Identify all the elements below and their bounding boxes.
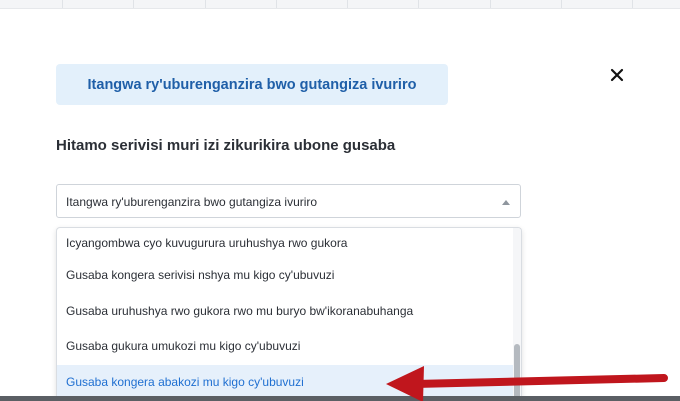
service-select[interactable]: Itangwa ry'uburenganzira bwo gutangiza i… [56, 184, 521, 218]
column-divider [133, 0, 134, 8]
table-header-strip [0, 0, 680, 9]
column-divider [561, 0, 562, 8]
column-divider [632, 0, 633, 8]
close-button[interactable] [606, 64, 628, 86]
column-divider [490, 0, 491, 8]
dropdown-scrollbar[interactable] [513, 228, 521, 401]
column-divider [276, 0, 277, 8]
dropdown-option[interactable]: Icyangombwa cyo kuvugurura uruhushya rwo… [57, 228, 513, 258]
column-divider [62, 0, 63, 8]
close-icon [610, 68, 624, 82]
selected-service-chip: Itangwa ry'uburenganzira bwo gutangiza i… [56, 64, 448, 105]
caret-up-icon[interactable] [502, 200, 510, 205]
dropdown-list: Icyangombwa cyo kuvugurura uruhushya rwo… [57, 228, 513, 400]
select-value: Itangwa ry'uburenganzira bwo gutangiza i… [66, 195, 318, 209]
dropdown-option[interactable]: Gusaba kongera serivisi nshya mu kigo cy… [57, 258, 513, 294]
bottom-bar [0, 396, 680, 401]
column-divider [205, 0, 206, 8]
selected-service-label: Itangwa ry'uburenganzira bwo gutangiza i… [87, 76, 417, 93]
service-dropdown[interactable]: Icyangombwa cyo kuvugurura uruhushya rwo… [56, 227, 522, 401]
instruction-heading: Hitamo serivisi muri izi zikurikira ubon… [56, 137, 396, 154]
dropdown-option[interactable]: Gusaba gukura umukozi mu kigo cy'ubuvuzi [57, 329, 513, 365]
dropdown-option[interactable]: Gusaba uruhushya rwo gukora rwo mu buryo… [57, 294, 513, 330]
dropdown-option-highlighted[interactable]: Gusaba kongera abakozi mu kigo cy'ubuvuz… [57, 364, 513, 400]
scrollbar-thumb[interactable] [514, 344, 520, 400]
column-divider [418, 0, 419, 8]
column-divider [347, 0, 348, 8]
